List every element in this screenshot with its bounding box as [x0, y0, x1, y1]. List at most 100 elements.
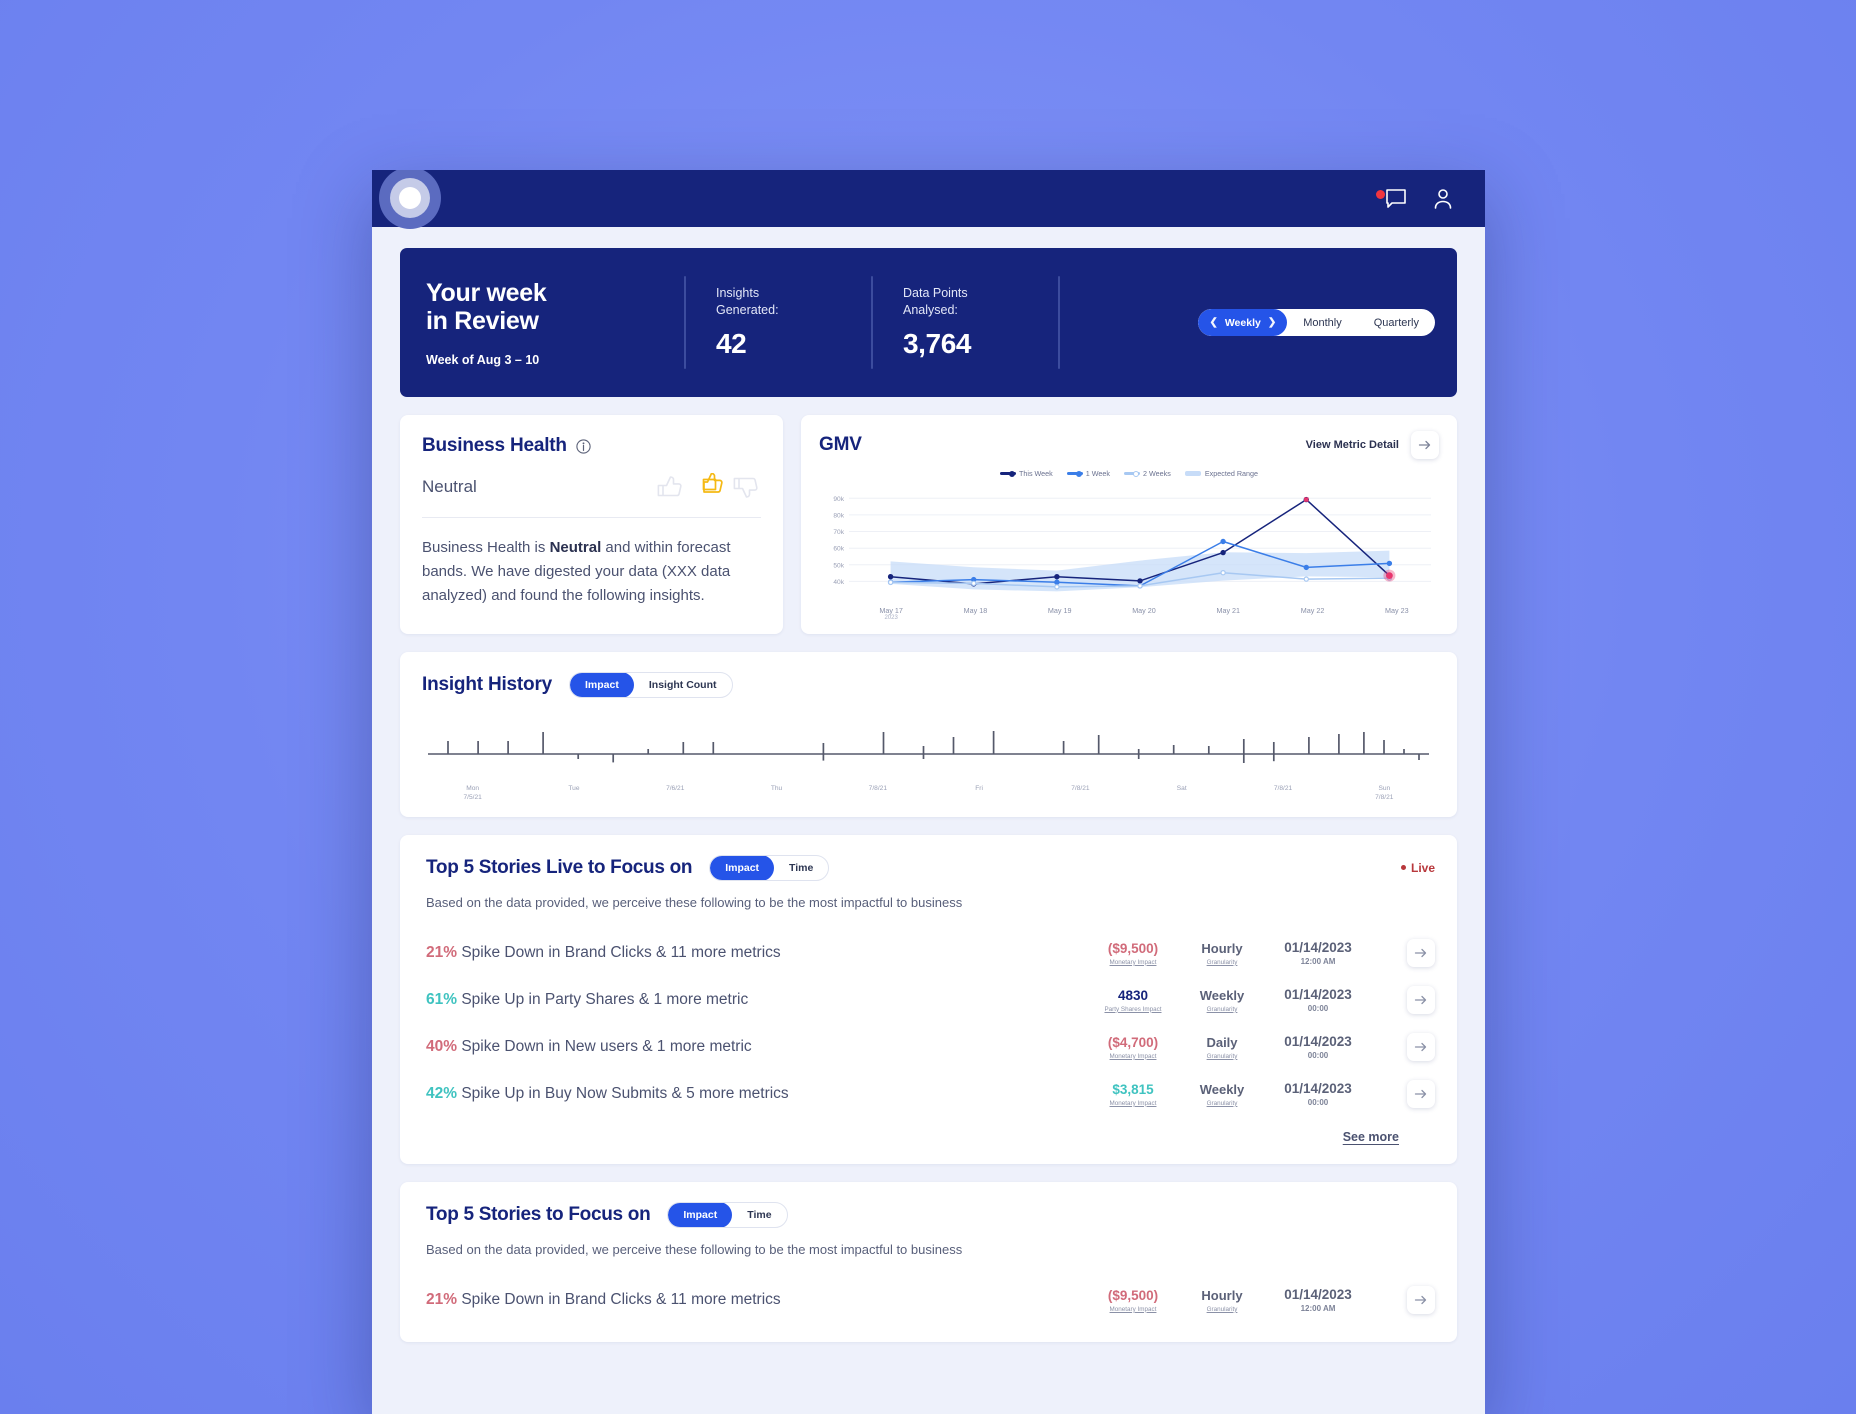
stat-label: Data Points Analysed: [903, 286, 968, 317]
top-stories-live-subtitle: Based on the data provided, we perceive … [426, 894, 963, 910]
gmv-detail-arrow-button[interactable] [1411, 431, 1439, 459]
story-description: Spike Up in Buy Now Submits & 5 more met… [461, 1085, 789, 1103]
date-value: 01/14/2023 [1284, 940, 1352, 956]
notification-dot [1376, 189, 1385, 199]
toggle-option-time[interactable]: Time [732, 1209, 786, 1221]
thumb-sideways-icon[interactable] [693, 473, 723, 501]
period-toggle[interactable]: ❮ Weekly ❯ Monthly Quarterly [1198, 309, 1435, 336]
toggle-option-impact[interactable]: Impact [710, 855, 775, 880]
thumb-up-icon[interactable] [655, 473, 685, 501]
week-range-label: Week of Aug 3 – 10 [426, 352, 540, 367]
story-detail-button[interactable] [1407, 939, 1435, 968]
desc-bold: Neutral [549, 539, 602, 556]
thumb-down-icon[interactable] [731, 473, 761, 501]
story-percent: 61% [426, 991, 458, 1009]
period-option-weekly[interactable]: ❮ Weekly ❯ [1198, 309, 1288, 336]
legend-marker [1008, 470, 1015, 477]
story-detail-button[interactable] [1407, 1080, 1435, 1109]
granularity-label: Granularity [1206, 958, 1238, 966]
legend-item-expected-range[interactable]: Expected Range [1184, 469, 1258, 478]
app-logo[interactable] [379, 170, 441, 229]
date-value: 01/14/2023 [1284, 1081, 1352, 1097]
period-toggle-wrap: ❮ Weekly ❯ Monthly Quarterly [1198, 248, 1457, 397]
story-row[interactable]: 21% Spike Down in Brand Clicks & 11 more… [426, 930, 1435, 977]
story-row[interactable]: 21% Spike Down in Brand Clicks & 11 more… [426, 1277, 1435, 1324]
stories-toggle[interactable]: Impact Time [667, 1201, 788, 1228]
timeline-x-tick: Mon 7/5/21 [422, 785, 523, 803]
logo-ring [390, 178, 430, 218]
legend-item-1-week[interactable]: 1 Week [1066, 469, 1111, 478]
granularity-value: Hourly [1201, 940, 1243, 956]
business-health-title: Business Health [422, 435, 567, 456]
see-more-link[interactable]: See more [1343, 1130, 1399, 1144]
top-stories-subtitle: Based on the data provided, we perceive … [426, 1241, 963, 1257]
arrow-right-icon [1414, 1090, 1427, 1099]
top-stories-card: Top 5 Stories to Focus on Impact Time Ba… [400, 1181, 1457, 1342]
story-granularity: Weekly Granularity [1181, 1082, 1263, 1107]
timeline-x-tick: Tue [568, 785, 580, 792]
stories-live-toggle[interactable]: Impact Time [709, 854, 830, 881]
chat-bubble-icon[interactable] [1376, 188, 1407, 209]
granularity-label: Granularity [1206, 1052, 1238, 1060]
desc-prefix: Business Health is [422, 539, 550, 556]
story-date: 01/14/2023 00:00 [1263, 1081, 1373, 1107]
week-in-review-banner: Your week in Review Week of Aug 3 – 10 I… [400, 248, 1457, 397]
svg-text:40k: 40k [833, 579, 844, 586]
legend-item-this-week[interactable]: This Week [999, 469, 1053, 478]
period-selected-label: Weekly [1224, 316, 1261, 329]
view-metric-detail-link[interactable]: View Metric Detail [1306, 439, 1399, 451]
story-arrow-wrap [1373, 986, 1435, 1015]
story-description: Spike Up in Party Shares & 1 more metric [461, 991, 749, 1009]
timeline-x-tick: Thu [770, 785, 783, 792]
period-option-monthly[interactable]: Monthly [1287, 317, 1358, 329]
timeline-x-tick: 7/8/21 [1071, 785, 1090, 792]
story-detail-button[interactable] [1407, 1286, 1435, 1315]
arrow-right-icon [1418, 440, 1431, 450]
granularity-value: Weekly [1199, 1081, 1245, 1097]
live-label: Live [1410, 860, 1435, 875]
legend-item-2-weeks[interactable]: 2 Weeks [1124, 469, 1171, 478]
legend-marker [1075, 470, 1082, 477]
story-impact: ($9,500) Monetary Impact [1085, 1288, 1181, 1313]
business-health-description: Business Health is Neutral and within fo… [422, 536, 761, 608]
impact-value: ($9,500) [1107, 1287, 1159, 1303]
page-title: Your week in Review [426, 278, 547, 335]
date-value: 01/14/2023 [1284, 987, 1352, 1003]
info-icon[interactable] [576, 438, 591, 454]
status-badge: Neutral [422, 477, 477, 496]
impact-label: Monetary Impact [1109, 1305, 1157, 1313]
legend-swatch [1184, 471, 1201, 476]
story-detail-button[interactable] [1407, 986, 1435, 1015]
story-arrow-wrap [1373, 1080, 1435, 1109]
toggle-option-time[interactable]: Time [774, 862, 828, 874]
period-option-quarterly[interactable]: Quarterly [1358, 317, 1435, 329]
gmv-x-tick: May 18 [963, 606, 988, 615]
svg-text:90k: 90k [833, 496, 844, 503]
gmv-x-tick: May 17 2023 [849, 606, 933, 621]
story-row[interactable]: 42% Spike Up in Buy Now Submits & 5 more… [426, 1071, 1435, 1118]
insight-history-card: Insight History Impact Insight Count Mon… [400, 652, 1457, 817]
story-granularity: Daily Granularity [1181, 1035, 1263, 1060]
toggle-option-impact[interactable]: Impact [668, 1202, 733, 1227]
user-avatar-icon[interactable] [1433, 188, 1453, 209]
toggle-option-insight-count[interactable]: Insight Count [634, 679, 732, 691]
story-row[interactable]: 40% Spike Down in New users & 1 more met… [426, 1024, 1435, 1071]
toggle-option-impact[interactable]: Impact [570, 673, 634, 697]
live-status-badge: Live [1400, 860, 1435, 875]
stat-value: 42 [716, 328, 747, 359]
chevron-left-icon[interactable]: ❮ [1209, 317, 1217, 328]
story-row[interactable]: 61% Spike Up in Party Shares & 1 more me… [426, 977, 1435, 1024]
granularity-label: Granularity [1206, 1099, 1238, 1107]
impact-value: 4830 [1117, 987, 1149, 1003]
granularity-value: Weekly [1199, 987, 1245, 1003]
legend-label: 1 Week [1085, 469, 1111, 478]
insight-history-toggle[interactable]: Impact Insight Count [569, 672, 733, 698]
chevron-right-icon[interactable]: ❯ [1268, 317, 1276, 328]
story-detail-button[interactable] [1407, 1033, 1435, 1062]
time-value: 12:00 AM [1300, 957, 1336, 967]
story-text: 61% Spike Up in Party Shares & 1 more me… [426, 991, 1085, 1009]
top-stories-live-header: Top 5 Stories Live to Focus on Impact Ti… [426, 854, 1435, 881]
metrics-row: Business Health Neutral Business Health … [400, 415, 1457, 634]
story-impact: ($9,500) Monetary Impact [1085, 941, 1181, 966]
gmv-x-tick: May 19 [1047, 606, 1072, 615]
